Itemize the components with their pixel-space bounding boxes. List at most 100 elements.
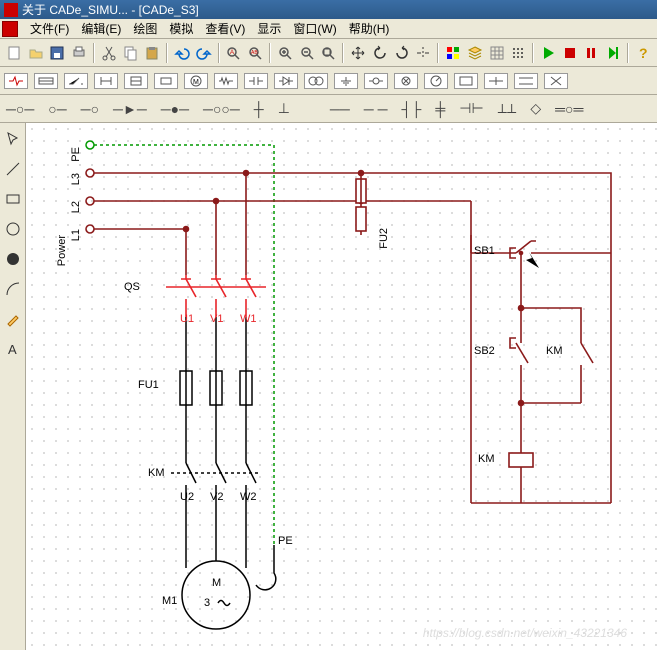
main-area: A (0, 123, 657, 650)
sym-12[interactable]: ╪ (435, 101, 445, 117)
comp-motor-icon[interactable]: M (184, 73, 208, 89)
sym-5[interactable]: ─●─ (161, 101, 189, 117)
sym-11[interactable]: ┤├ (402, 101, 422, 117)
label-power: Power (56, 235, 68, 266)
comp-transformer-icon[interactable] (304, 73, 328, 89)
sym-13[interactable]: ⊣⊢ (459, 100, 483, 117)
redo-icon[interactable] (194, 42, 214, 64)
window-title: 关于 CADe_SIMU... - [CADe_S3] (22, 1, 199, 18)
label-w2: W2 (240, 491, 257, 503)
toolbar-components: M (0, 67, 657, 95)
comp-lamp-icon[interactable] (394, 73, 418, 89)
menu-edit[interactable]: 编辑(E) (75, 20, 127, 37)
menu-bar[interactable]: 文件(F) 编辑(E) 绘图 模拟 查看(V) 显示 窗口(W) 帮助(H) (0, 19, 657, 39)
tool-fillcircle-icon[interactable] (3, 249, 23, 269)
save-icon[interactable] (47, 42, 67, 64)
drawing-canvas[interactable]: PE L3 L2 L1 Power QS U1 V1 W1 FU1 FU2 KM… (26, 123, 657, 650)
comp-ground-icon[interactable] (334, 73, 358, 89)
step-icon[interactable] (603, 42, 623, 64)
toolbar-symbols: ─○─ ○─ ─○ ─►─ ─●─ ─○○─ ┼ ⊥ ── ─ ─ ┤├ ╪ ⊣… (0, 95, 657, 123)
open-icon[interactable] (26, 42, 46, 64)
replace-icon[interactable]: AB (245, 42, 265, 64)
comp-misc3-icon[interactable] (514, 73, 538, 89)
label-km-main: KM (148, 467, 165, 479)
snap-icon[interactable] (508, 42, 528, 64)
comp-fuse-icon[interactable] (34, 73, 58, 89)
sidebar-tools: A (0, 123, 26, 650)
label-sb2: SB2 (474, 345, 495, 357)
menu-view[interactable]: 查看(V) (199, 20, 251, 37)
sym-8[interactable]: ⊥ (278, 100, 290, 117)
sym-6[interactable]: ─○○─ (203, 101, 240, 117)
mirror-h-icon[interactable] (413, 42, 433, 64)
comp-switch-icon[interactable] (64, 73, 88, 89)
tool-text-icon[interactable]: A (3, 339, 23, 359)
stop-icon[interactable] (560, 42, 580, 64)
comp-diode-icon[interactable] (274, 73, 298, 89)
comp-contact-icon[interactable] (94, 73, 118, 89)
svg-text:?: ? (639, 45, 648, 61)
rotate-left-icon[interactable] (370, 42, 390, 64)
sym-1[interactable]: ─○─ (6, 101, 34, 117)
cut-icon[interactable] (99, 42, 119, 64)
print-icon[interactable] (69, 42, 89, 64)
comp-measure-icon[interactable] (424, 73, 448, 89)
menu-help[interactable]: 帮助(H) (343, 20, 396, 37)
menu-draw[interactable]: 绘图 (127, 20, 163, 37)
svg-text:A: A (8, 342, 17, 357)
grid-icon[interactable] (487, 42, 507, 64)
label-m: M (212, 577, 221, 589)
palette-icon[interactable] (443, 42, 463, 64)
label-m1: M1 (162, 595, 177, 607)
tool-pen-icon[interactable] (3, 309, 23, 329)
menu-sim[interactable]: 模拟 (163, 20, 199, 37)
sym-15[interactable]: ◇ (530, 100, 541, 117)
paste-icon[interactable] (142, 42, 162, 64)
zoom-in-icon[interactable] (275, 42, 295, 64)
menu-file[interactable]: 文件(F) (24, 20, 75, 37)
comp-power-icon[interactable] (4, 73, 28, 89)
sym-10[interactable]: ─ ─ (364, 101, 388, 117)
comp-misc4-icon[interactable] (544, 73, 568, 89)
comp-misc2-icon[interactable] (484, 73, 508, 89)
comp-capacitor-icon[interactable] (244, 73, 268, 89)
tool-arc-icon[interactable] (3, 279, 23, 299)
pause-icon[interactable] (582, 42, 602, 64)
undo-icon[interactable] (172, 42, 192, 64)
tool-rect-icon[interactable] (3, 189, 23, 209)
sym-2[interactable]: ○─ (48, 101, 66, 117)
play-icon[interactable] (538, 42, 558, 64)
comp-resistor-icon[interactable] (214, 73, 238, 89)
label-sb1: SB1 (474, 245, 495, 257)
comp-relay-icon[interactable] (124, 73, 148, 89)
tool-line-icon[interactable] (3, 159, 23, 179)
zoom-out-icon[interactable] (297, 42, 317, 64)
rotate-right-icon[interactable] (392, 42, 412, 64)
comp-coil-icon[interactable] (154, 73, 178, 89)
comp-misc1-icon[interactable] (454, 73, 478, 89)
find-icon[interactable]: A (224, 42, 244, 64)
help-icon[interactable]: ? (633, 42, 653, 64)
comp-terminal-icon[interactable] (364, 73, 388, 89)
tool-circle-icon[interactable] (3, 219, 23, 239)
menu-window[interactable]: 窗口(W) (287, 20, 342, 37)
new-icon[interactable] (4, 42, 24, 64)
sym-4[interactable]: ─►─ (113, 101, 147, 117)
sym-9[interactable]: ── (330, 101, 350, 117)
label-pe-top: PE (70, 147, 82, 162)
app-icon (4, 3, 18, 17)
svg-text:M: M (193, 79, 199, 86)
tool-pointer-icon[interactable] (3, 129, 23, 149)
zoom-fit-icon[interactable] (319, 42, 339, 64)
sym-7[interactable]: ┼ (254, 101, 264, 117)
copy-icon[interactable] (121, 42, 141, 64)
label-qs: QS (124, 281, 140, 293)
doc-icon (2, 21, 18, 37)
move-icon[interactable] (348, 42, 368, 64)
layers-icon[interactable] (465, 42, 485, 64)
menu-display[interactable]: 显示 (251, 20, 287, 37)
sym-16[interactable]: ═○═ (555, 101, 583, 117)
sym-3[interactable]: ─○ (81, 101, 99, 117)
sym-14[interactable]: ⟂⟂ (498, 100, 517, 117)
svg-text:A: A (230, 50, 234, 56)
